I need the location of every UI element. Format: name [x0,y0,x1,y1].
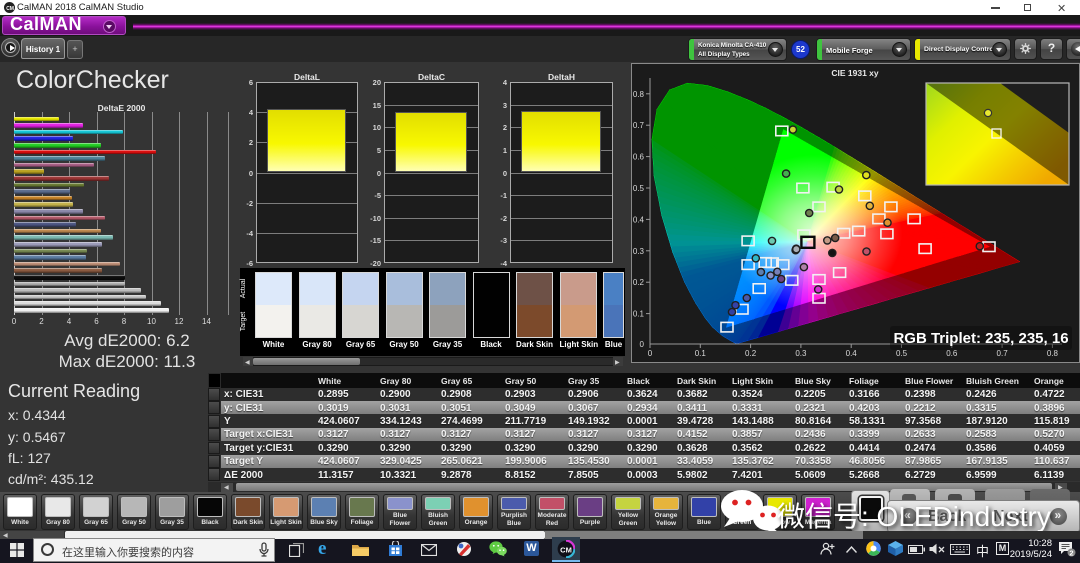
svg-text:RGB Triplet: 235, 235, 16: RGB Triplet: 235, 235, 16 [893,330,1068,347]
svg-text:CM: CM [560,545,572,554]
svg-text:0.3: 0.3 [633,247,645,256]
svg-text:0.1: 0.1 [633,310,645,319]
svg-text:2: 2 [1069,548,1073,557]
svg-text:0.2: 0.2 [633,278,645,287]
svg-text:0.6: 0.6 [633,153,645,162]
svg-text:0.8: 0.8 [1047,349,1059,358]
svg-text:0: 0 [640,340,645,349]
svg-text:0.1: 0.1 [695,349,707,358]
svg-text:CIE 1931 xy: CIE 1931 xy [831,68,879,78]
svg-text:0.8: 0.8 [633,90,645,99]
svg-text:0.5: 0.5 [896,349,908,358]
svg-text:0.4: 0.4 [846,349,858,358]
svg-text:0: 0 [648,349,653,358]
svg-text:0.7: 0.7 [997,349,1009,358]
svg-text:0.4: 0.4 [633,215,645,224]
svg-text:0.6: 0.6 [946,349,958,358]
svg-text:0.2: 0.2 [745,349,757,358]
svg-text:0.5: 0.5 [633,184,645,193]
svg-text:0.7: 0.7 [633,121,645,130]
svg-text:0.3: 0.3 [795,349,807,358]
